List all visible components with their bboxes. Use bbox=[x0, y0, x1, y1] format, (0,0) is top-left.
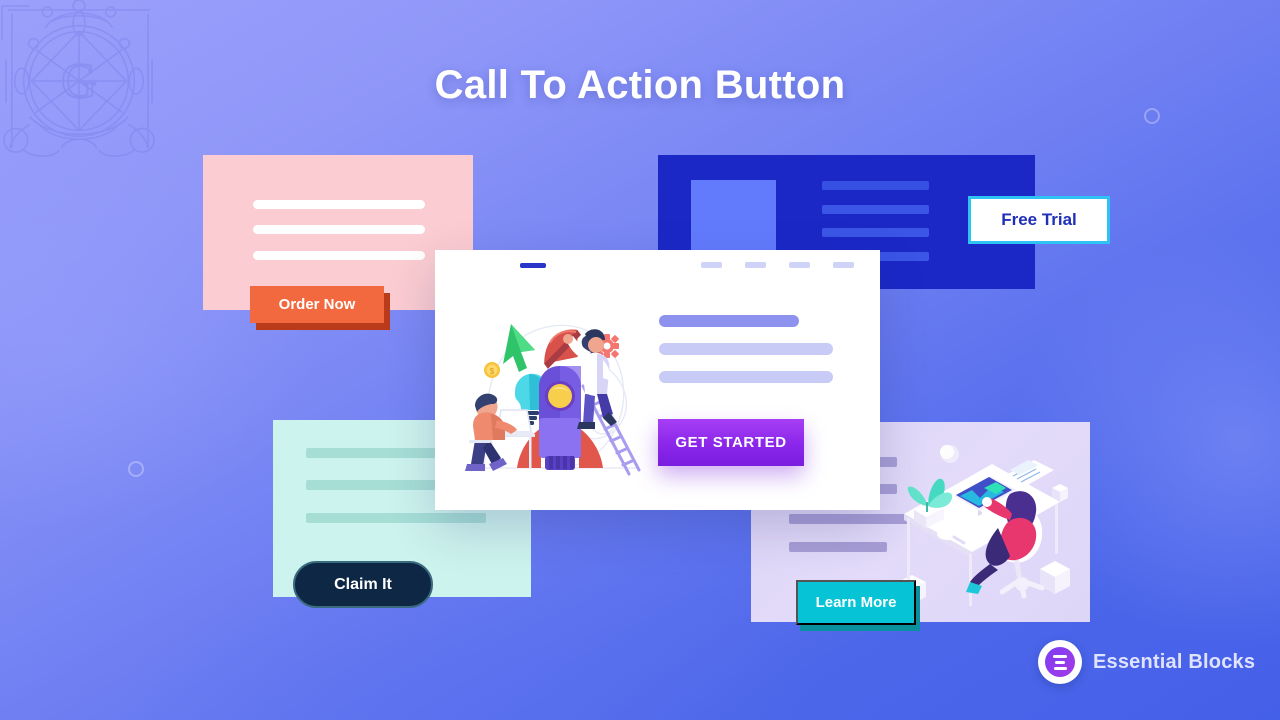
logo-glyph bbox=[1045, 647, 1075, 677]
free-trial-button[interactable]: Free Trial bbox=[968, 196, 1110, 244]
text-line-placeholder bbox=[822, 181, 929, 190]
essential-blocks-logo-icon bbox=[1038, 640, 1082, 684]
text-line-placeholder bbox=[253, 200, 425, 209]
screenshot-canvas: G Call To Action Button Order Now Free T… bbox=[0, 0, 1280, 720]
text-line-placeholder bbox=[822, 205, 929, 214]
text-line-placeholder bbox=[253, 251, 425, 260]
decorative-circle-left bbox=[128, 461, 144, 477]
isometric-workspace-illustration bbox=[898, 445, 1070, 606]
image-placeholder bbox=[691, 180, 776, 255]
text-line-placeholder bbox=[789, 542, 887, 552]
nav-item-placeholder[interactable] bbox=[833, 262, 854, 268]
nav-item-placeholder[interactable] bbox=[789, 262, 810, 268]
page-title: Call To Action Button bbox=[434, 63, 846, 107]
card-logo-placeholder bbox=[520, 263, 546, 268]
brand-name: Essential Blocks bbox=[1093, 650, 1256, 673]
text-line-placeholder bbox=[253, 225, 425, 234]
main-white-hero-card: $ bbox=[435, 250, 880, 510]
svg-text:$: $ bbox=[490, 367, 495, 376]
claim-it-button[interactable]: Claim It bbox=[293, 561, 433, 608]
text-line-placeholder bbox=[822, 228, 929, 237]
card-nav bbox=[701, 262, 854, 268]
learn-more-button[interactable]: Learn More bbox=[796, 580, 916, 625]
nav-item-placeholder[interactable] bbox=[745, 262, 766, 268]
card-copy-placeholder bbox=[659, 315, 839, 399]
text-line-placeholder bbox=[659, 315, 799, 327]
text-line-placeholder bbox=[306, 513, 486, 523]
rocket-launch-illustration: $ bbox=[465, 324, 641, 476]
brand-logo: Essential Blocks bbox=[1038, 640, 1255, 684]
text-line-placeholder bbox=[659, 343, 833, 355]
nav-item-placeholder[interactable] bbox=[701, 262, 722, 268]
decorative-circle-top-right bbox=[1144, 108, 1160, 124]
order-now-button[interactable]: Order Now bbox=[250, 286, 384, 323]
text-line-placeholder bbox=[306, 480, 437, 490]
text-line-placeholder bbox=[306, 448, 437, 458]
get-started-button[interactable]: GET STARTED bbox=[658, 419, 804, 466]
text-line-placeholder bbox=[659, 371, 833, 383]
